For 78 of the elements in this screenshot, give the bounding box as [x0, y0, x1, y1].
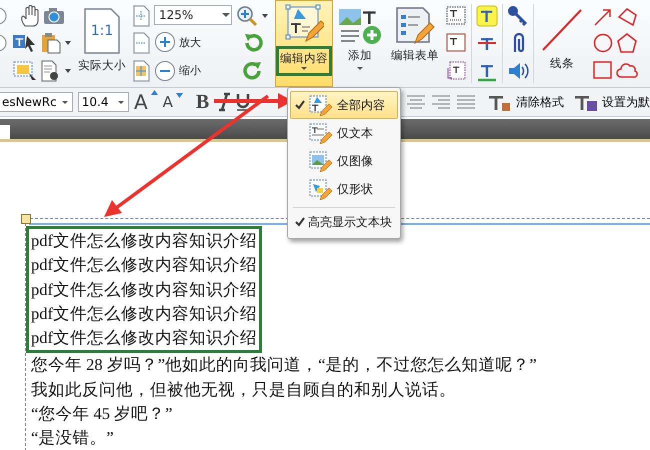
rotate-right-icon[interactable] [242, 60, 264, 82]
resize-handle[interactable] [21, 214, 31, 224]
edit-content-button[interactable]: 编辑内容 [275, 0, 333, 87]
checkmark-icon [295, 100, 305, 110]
up-triangle-icon [150, 90, 158, 95]
zoom-out-icon [154, 60, 176, 82]
highlight-text-icon[interactable] [476, 4, 498, 27]
fit-width-icon[interactable] [132, 32, 150, 54]
set-default-button[interactable]: 设置为默 [575, 91, 650, 113]
pentagon-icon[interactable] [616, 32, 638, 54]
caret-icon[interactable] [116, 100, 125, 104]
shrink-font-button[interactable]: A [162, 93, 183, 111]
text-line: 您今年 28 岁吗？”他如此的向我问道，“是的，不过您怎么知道呢？” [31, 354, 538, 376]
selected-text-block[interactable]: pdf文件怎么修改内容知识介绍 pdf文件怎么修改内容知识介绍 pdf文件怎么修改内容知识介绍 pdf文件怎么修改内容知识介绍 pdf文件怎么修改内容知识介绍 [26, 226, 262, 354]
text-line: “是没错。” [31, 427, 115, 450]
text-flow-icon[interactable] [445, 60, 467, 82]
bold-button[interactable]: B [192, 90, 214, 114]
menu-item[interactable]: 高亮显示文本块 [290, 212, 398, 232]
caret-icon[interactable] [64, 68, 72, 74]
lines-button[interactable]: 线条 [550, 56, 574, 71]
zoom-out-button[interactable]: 缩小 [154, 60, 201, 82]
menu-item[interactable]: 仅图像 [290, 147, 398, 175]
image-only-icon [308, 150, 334, 172]
text-line: 我如此反问他，但被他无视，只是自顾自的和别人说话。 [31, 378, 457, 401]
shape-only-icon [308, 178, 334, 200]
zoom-field[interactable]: 125% [154, 5, 232, 26]
text-line: pdf文件怎么修改内容知识介绍 [31, 254, 257, 276]
caret-icon[interactable] [64, 40, 72, 46]
rectangle-icon[interactable] [592, 58, 614, 81]
camera-icon[interactable] [42, 6, 64, 26]
zoom-in-icon [154, 31, 176, 54]
justify-icon[interactable] [456, 94, 476, 110]
edit-content-icon [284, 3, 324, 43]
font-size-field[interactable]: 10.4 [78, 92, 129, 112]
text-line: pdf文件怎么修改内容知识介绍 [31, 278, 257, 301]
caret-icon[interactable] [356, 66, 364, 71]
text-line: pdf文件怎么修改内容知识介绍 [31, 302, 257, 325]
document-search-icon[interactable] [41, 60, 61, 82]
checkmark-icon [295, 217, 305, 227]
edit-form-button[interactable]: 编辑表单 [391, 48, 439, 63]
caret-icon[interactable] [60, 100, 69, 104]
align-center-icon[interactable] [406, 94, 426, 110]
font-field[interactable]: esNewRc [0, 92, 73, 112]
add-button[interactable]: 添加 [348, 48, 372, 63]
comment-icon[interactable] [12, 60, 38, 82]
text-select-icon[interactable] [12, 33, 38, 54]
down-triangle-icon [176, 93, 183, 98]
text-only-icon [308, 122, 334, 144]
menu-item[interactable]: 仅形状 [290, 175, 398, 203]
grow-font-button[interactable]: A [134, 90, 158, 114]
text-line: “您今年 45 岁吧？” [31, 403, 174, 426]
key-icon[interactable] [507, 4, 529, 27]
clear-format-button[interactable]: 清除格式 [489, 91, 564, 113]
text-field-icon[interactable] [445, 32, 467, 54]
ellipse-icon[interactable] [592, 32, 614, 54]
zoom-in-button[interactable]: 放大 [154, 31, 201, 54]
align-right-icon[interactable] [431, 94, 451, 110]
italic-icon[interactable] [218, 92, 230, 112]
magnifier-icon[interactable] [236, 4, 258, 27]
actual-size-label: 1:1 [90, 23, 114, 39]
text-box-icon[interactable] [445, 4, 467, 27]
menu-item[interactable]: 仅文本 [290, 119, 398, 147]
all-content-icon [308, 94, 334, 116]
fit-page-icon[interactable] [132, 4, 150, 27]
underline-icon[interactable] [235, 92, 252, 112]
caret-icon [300, 66, 308, 71]
caret-icon[interactable] [221, 12, 231, 18]
caret-icon[interactable] [261, 12, 269, 19]
line-icon [540, 7, 584, 53]
text-line: pdf文件怎么修改内容知识介绍 [31, 230, 257, 252]
clipboard-icon[interactable] [41, 32, 61, 54]
actual-size-button[interactable]: 实际大小 [78, 58, 126, 73]
menu-item[interactable]: 全部内容 [290, 91, 398, 119]
polygon-icon[interactable] [616, 6, 638, 28]
actual-size-icon[interactable] [83, 7, 121, 55]
fit-visible-icon[interactable] [132, 60, 150, 82]
hand-icon[interactable] [20, 4, 40, 27]
text-line: pdf文件怎么修改内容知识介绍 [31, 327, 257, 350]
